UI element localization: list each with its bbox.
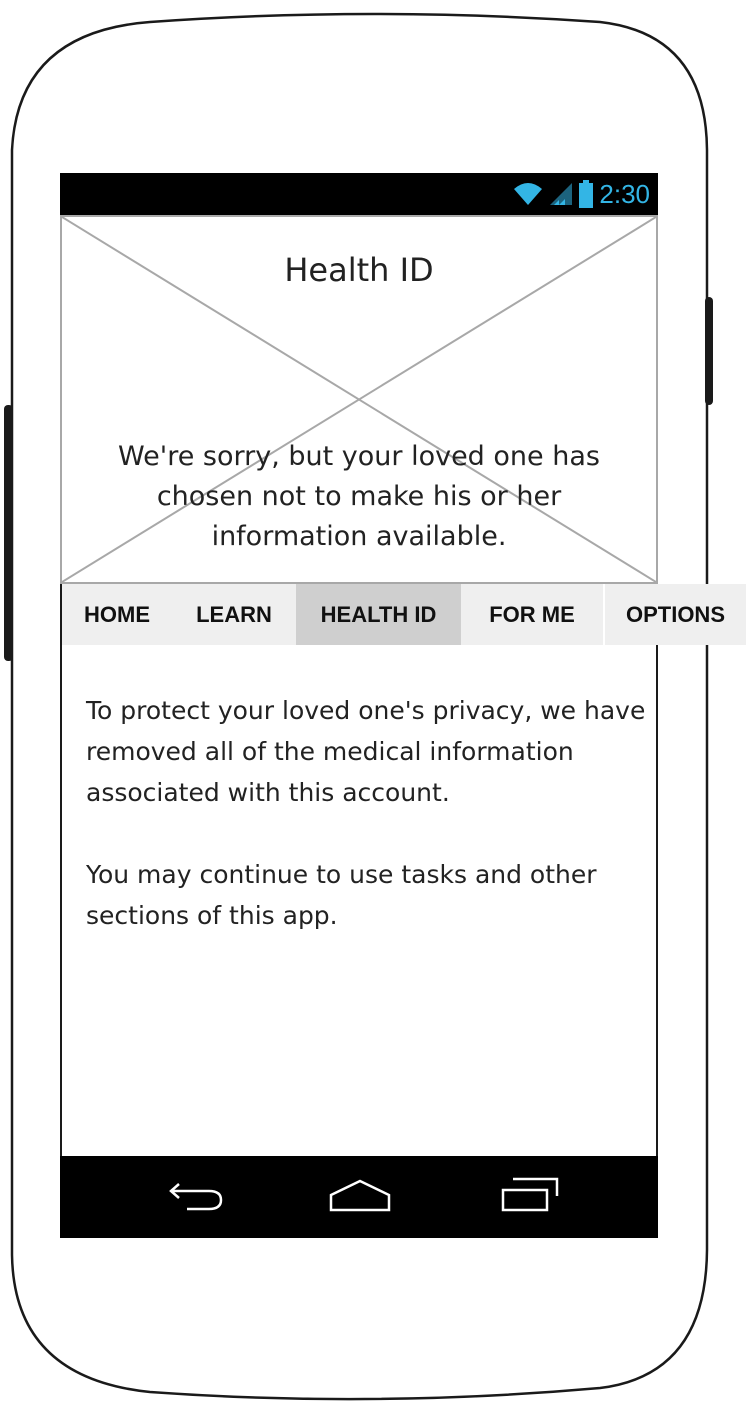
wifi-icon — [513, 181, 543, 207]
recent-apps-icon — [499, 1176, 561, 1218]
tab-home[interactable]: HOME — [62, 584, 172, 645]
power-button — [705, 297, 713, 405]
home-button[interactable] — [320, 1156, 400, 1238]
tab-learn[interactable]: LEARN — [172, 584, 296, 645]
unavailable-message: We're sorry, but your loved one has chos… — [118, 441, 600, 552]
battery-icon — [579, 180, 594, 208]
signal-icon — [549, 182, 573, 206]
privacy-paragraph: To protect your loved one's privacy, we … — [86, 696, 646, 807]
back-button[interactable] — [155, 1156, 235, 1238]
tab-options[interactable]: OPTIONS — [603, 584, 746, 645]
status-bar: 2:30 — [60, 173, 658, 215]
home-icon — [328, 1177, 392, 1217]
page-title: Health ID — [284, 251, 434, 289]
continue-paragraph: You may continue to use tasks and other … — [86, 860, 597, 930]
recent-apps-button[interactable] — [490, 1156, 570, 1238]
tab-for-me[interactable]: FOR ME — [461, 584, 603, 645]
tab-bar: HOME LEARN HEALTH ID FOR ME OPTIONS — [62, 584, 746, 645]
body-content: To protect your loved one's privacy, we … — [86, 690, 646, 977]
navigation-bar — [60, 1156, 658, 1238]
back-icon — [165, 1178, 225, 1216]
header-image-placeholder: Health ID We're sorry, but your loved on… — [60, 215, 658, 584]
volume-button — [4, 405, 13, 661]
status-time: 2:30 — [599, 179, 650, 209]
tab-health-id[interactable]: HEALTH ID — [296, 584, 461, 645]
status-icons: 2:30 — [513, 177, 650, 211]
